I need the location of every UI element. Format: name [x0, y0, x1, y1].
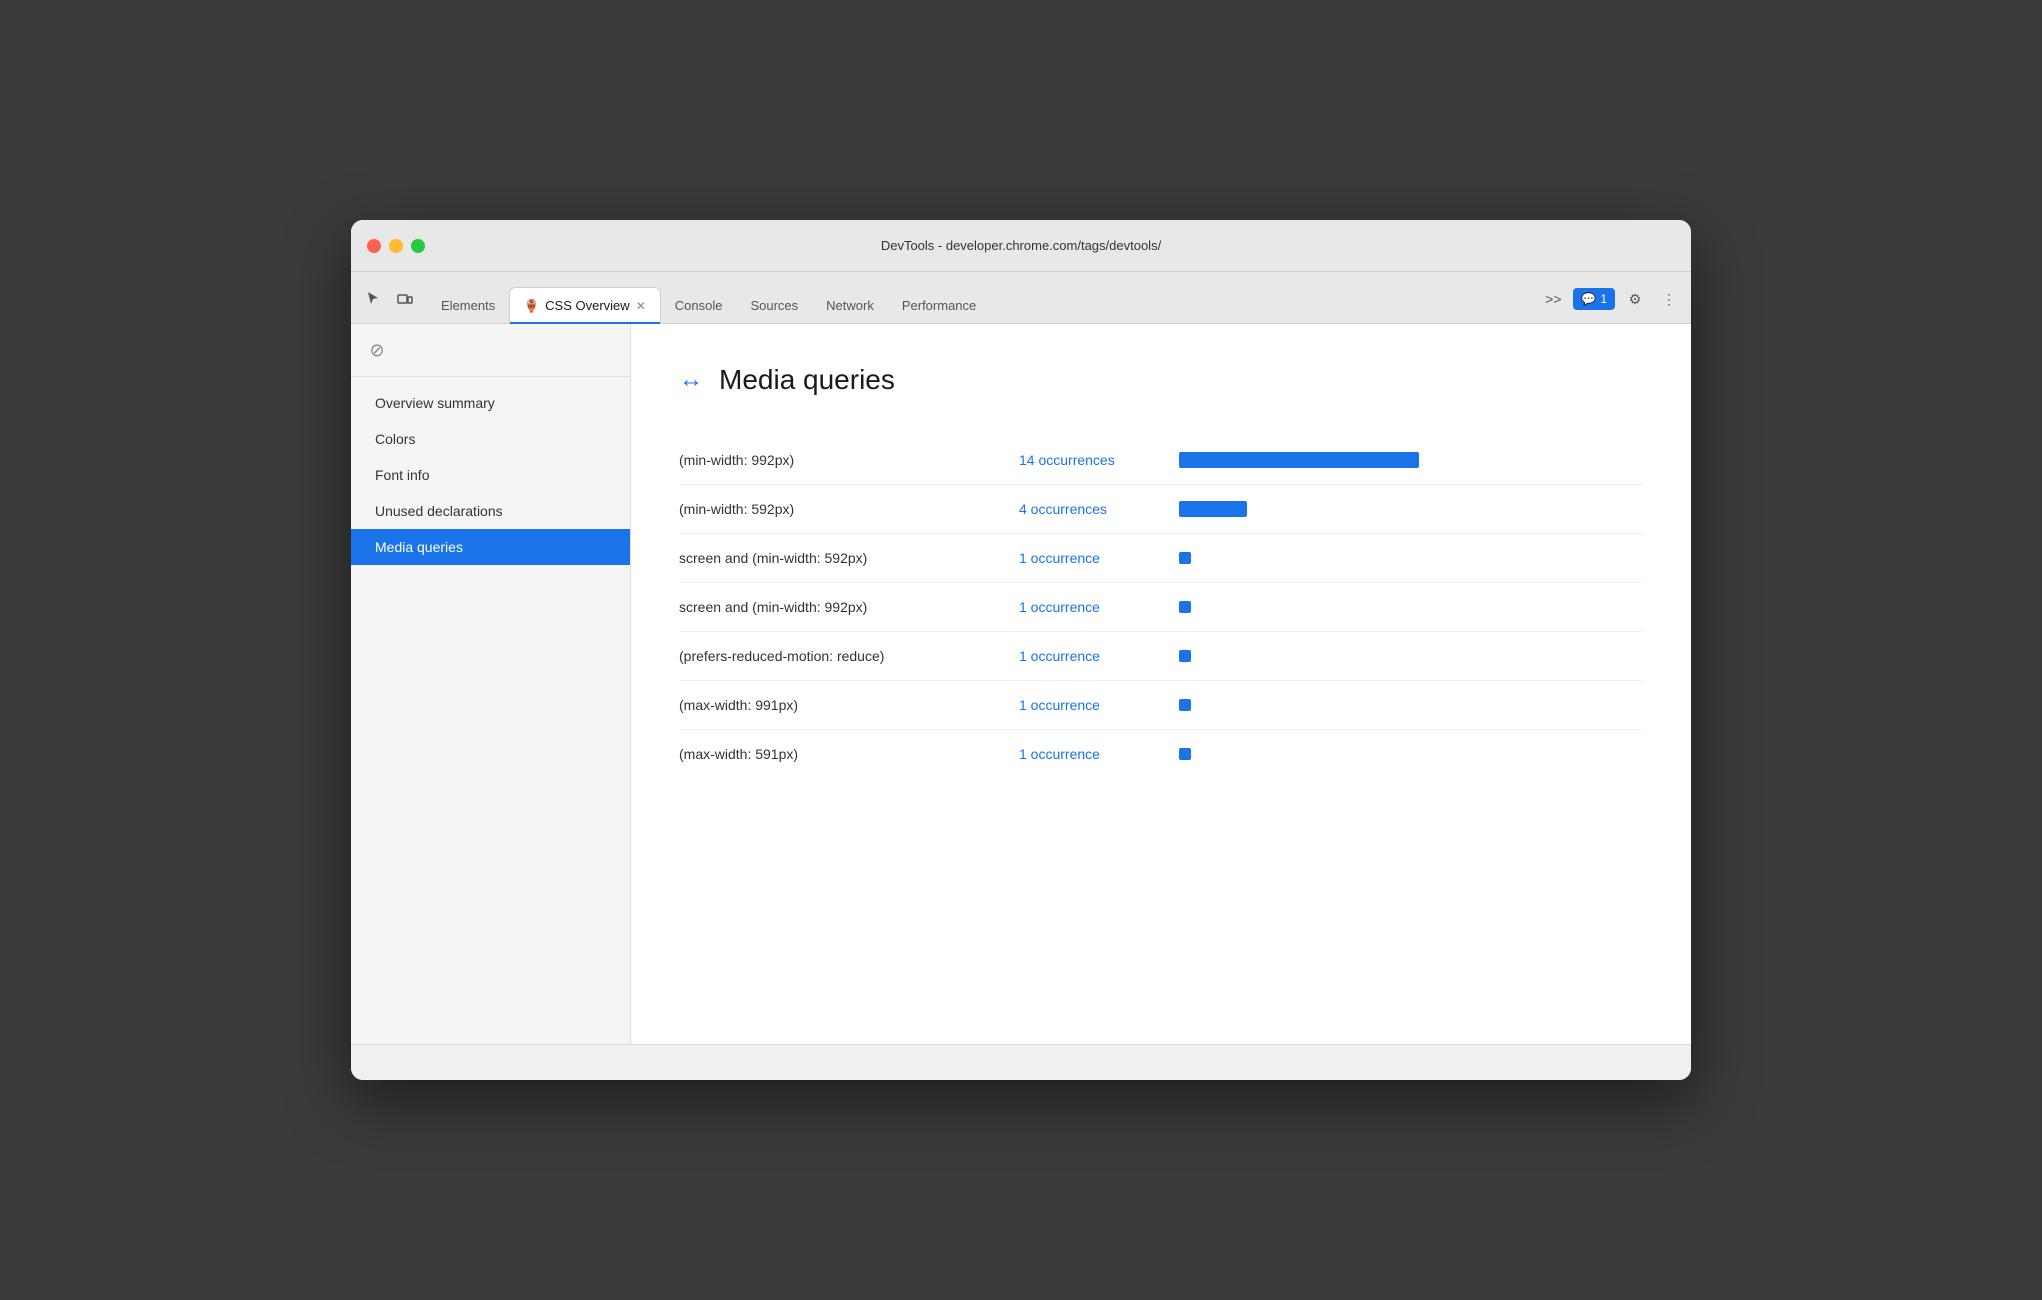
mq-query-text: (min-width: 992px) — [679, 452, 1019, 468]
table-row: (min-width: 992px)14 occurrences — [679, 436, 1643, 485]
settings-button[interactable]: ⚙ — [1621, 285, 1649, 313]
table-row: screen and (min-width: 592px)1 occurrenc… — [679, 534, 1643, 583]
block-icon[interactable]: ⊘ — [363, 336, 391, 364]
browser-window: DevTools - developer.chrome.com/tags/dev… — [351, 220, 1691, 1080]
tabs-right: >> 💬 1 ⚙ ⋮ — [1539, 285, 1683, 323]
mq-query-text: (prefers-reduced-motion: reduce) — [679, 648, 1019, 664]
mq-query-text: screen and (min-width: 592px) — [679, 550, 1019, 566]
tabs-list: Elements 🏺 CSS Overview ✕ Console Source… — [427, 287, 1539, 323]
mq-bar-container — [1179, 748, 1643, 760]
tab-css-overview-icon: 🏺 — [524, 299, 539, 313]
notification-button[interactable]: 💬 1 — [1573, 288, 1615, 310]
tab-elements[interactable]: Elements — [427, 287, 509, 323]
sidebar-nav: Overview summary Colors Font info Unused… — [351, 377, 630, 1044]
tab-network[interactable]: Network — [812, 287, 888, 323]
table-row: (prefers-reduced-motion: reduce)1 occurr… — [679, 632, 1643, 681]
mq-bar-container — [1179, 501, 1643, 517]
table-row: (min-width: 592px)4 occurrences — [679, 485, 1643, 534]
mq-dot — [1179, 601, 1191, 613]
sidebar-item-overview-summary[interactable]: Overview summary — [351, 385, 630, 421]
mq-bar — [1179, 501, 1247, 517]
mq-occurrences-link[interactable]: 1 occurrence — [1019, 697, 1179, 713]
table-row: (max-width: 991px)1 occurrence — [679, 681, 1643, 730]
mq-occurrences-link[interactable]: 1 occurrence — [1019, 746, 1179, 762]
page-title-row: ↔ Media queries — [679, 364, 1643, 396]
devtools-main: ⊘ Overview summary Colors Font info Unus… — [351, 324, 1691, 1044]
tab-sources[interactable]: Sources — [736, 287, 812, 323]
mq-occurrences-link[interactable]: 14 occurrences — [1019, 452, 1179, 468]
sidebar-item-colors[interactable]: Colors — [351, 421, 630, 457]
tab-css-overview[interactable]: 🏺 CSS Overview ✕ — [509, 287, 661, 323]
mq-bar — [1179, 452, 1419, 468]
minimize-button[interactable] — [389, 239, 403, 253]
mq-query-text: (min-width: 592px) — [679, 501, 1019, 517]
mq-query-text: screen and (min-width: 992px) — [679, 599, 1019, 615]
title-bar: DevTools - developer.chrome.com/tags/dev… — [351, 220, 1691, 272]
content-area: ↔ Media queries (min-width: 992px)14 occ… — [631, 324, 1691, 1044]
sidebar-item-media-queries[interactable]: Media queries — [351, 529, 630, 565]
mq-query-text: (max-width: 591px) — [679, 746, 1019, 762]
media-queries-list: (min-width: 992px)14 occurrences(min-wid… — [679, 436, 1643, 778]
toolbar-icons — [359, 285, 419, 323]
mq-bar-container — [1179, 699, 1643, 711]
mq-bar-container — [1179, 650, 1643, 662]
notification-icon: 💬 — [1581, 292, 1596, 306]
window-title: DevTools - developer.chrome.com/tags/dev… — [881, 238, 1161, 253]
mq-bar-container — [1179, 452, 1643, 468]
sidebar: ⊘ Overview summary Colors Font info Unus… — [351, 324, 631, 1044]
table-row: (max-width: 591px)1 occurrence — [679, 730, 1643, 778]
media-queries-icon: ↔ — [679, 366, 703, 394]
mq-occurrences-link[interactable]: 4 occurrences — [1019, 501, 1179, 517]
more-options-button[interactable]: ⋮ — [1655, 285, 1683, 313]
close-button[interactable] — [367, 239, 381, 253]
mq-dot — [1179, 748, 1191, 760]
sidebar-item-font-info[interactable]: Font info — [351, 457, 630, 493]
cursor-icon[interactable] — [359, 285, 387, 313]
bottom-bar — [351, 1044, 1691, 1080]
mq-dot — [1179, 552, 1191, 564]
maximize-button[interactable] — [411, 239, 425, 253]
mq-occurrences-link[interactable]: 1 occurrence — [1019, 599, 1179, 615]
tabs-bar: Elements 🏺 CSS Overview ✕ Console Source… — [351, 272, 1691, 324]
more-tabs-button[interactable]: >> — [1539, 285, 1567, 313]
mq-dot — [1179, 650, 1191, 662]
tab-performance[interactable]: Performance — [888, 287, 990, 323]
traffic-lights — [367, 239, 425, 253]
table-row: screen and (min-width: 992px)1 occurrenc… — [679, 583, 1643, 632]
page-title: Media queries — [719, 364, 895, 396]
mq-occurrences-link[interactable]: 1 occurrence — [1019, 648, 1179, 664]
sidebar-item-unused-declarations[interactable]: Unused declarations — [351, 493, 630, 529]
device-toggle-icon[interactable] — [391, 285, 419, 313]
mq-occurrences-link[interactable]: 1 occurrence — [1019, 550, 1179, 566]
sidebar-top: ⊘ — [351, 324, 630, 377]
mq-dot — [1179, 699, 1191, 711]
mq-bar-container — [1179, 601, 1643, 613]
mq-query-text: (max-width: 991px) — [679, 697, 1019, 713]
tab-close-icon[interactable]: ✕ — [636, 299, 646, 313]
tab-console[interactable]: Console — [661, 287, 737, 323]
mq-bar-container — [1179, 552, 1643, 564]
